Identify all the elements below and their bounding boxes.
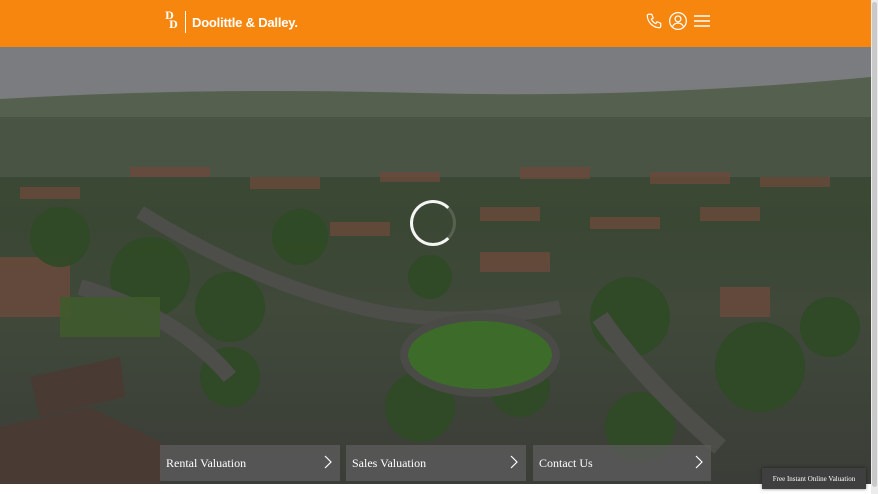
logo-divider [185, 11, 186, 33]
chevron-right-icon [695, 455, 703, 473]
contact-us-label: Contact Us [539, 455, 593, 470]
scrollbar-thumb[interactable] [872, 2, 877, 487]
sales-valuation-button[interactable]: Sales Valuation [346, 445, 526, 481]
rental-valuation-label: Rental Valuation [166, 455, 247, 470]
page-scrollbar[interactable] [871, 0, 878, 494]
hamburger-menu-icon[interactable] [692, 11, 712, 31]
contact-us-button[interactable]: Contact Us [533, 445, 711, 481]
free-online-valuation-button[interactable]: Free Instant Online Valuation [762, 468, 866, 489]
header-actions [644, 11, 712, 31]
sales-valuation-label: Sales Valuation [352, 455, 427, 470]
site-header: D D Doolittle & Dalley. [0, 0, 871, 47]
logo-monogram-icon: D D [165, 11, 178, 31]
chevron-right-icon [510, 455, 518, 473]
phone-icon[interactable] [644, 11, 664, 31]
rental-valuation-button[interactable]: Rental Valuation [160, 445, 340, 481]
brand-name: Doolittle & Dalley. [192, 14, 298, 30]
hero-aerial-image [0, 47, 871, 484]
brand-logo[interactable]: D D Doolittle & Dalley. [165, 10, 298, 34]
loading-spinner-icon [410, 200, 456, 246]
chevron-right-icon [324, 455, 332, 473]
user-account-icon[interactable] [668, 11, 688, 31]
aerial-town-illustration [0, 47, 871, 484]
